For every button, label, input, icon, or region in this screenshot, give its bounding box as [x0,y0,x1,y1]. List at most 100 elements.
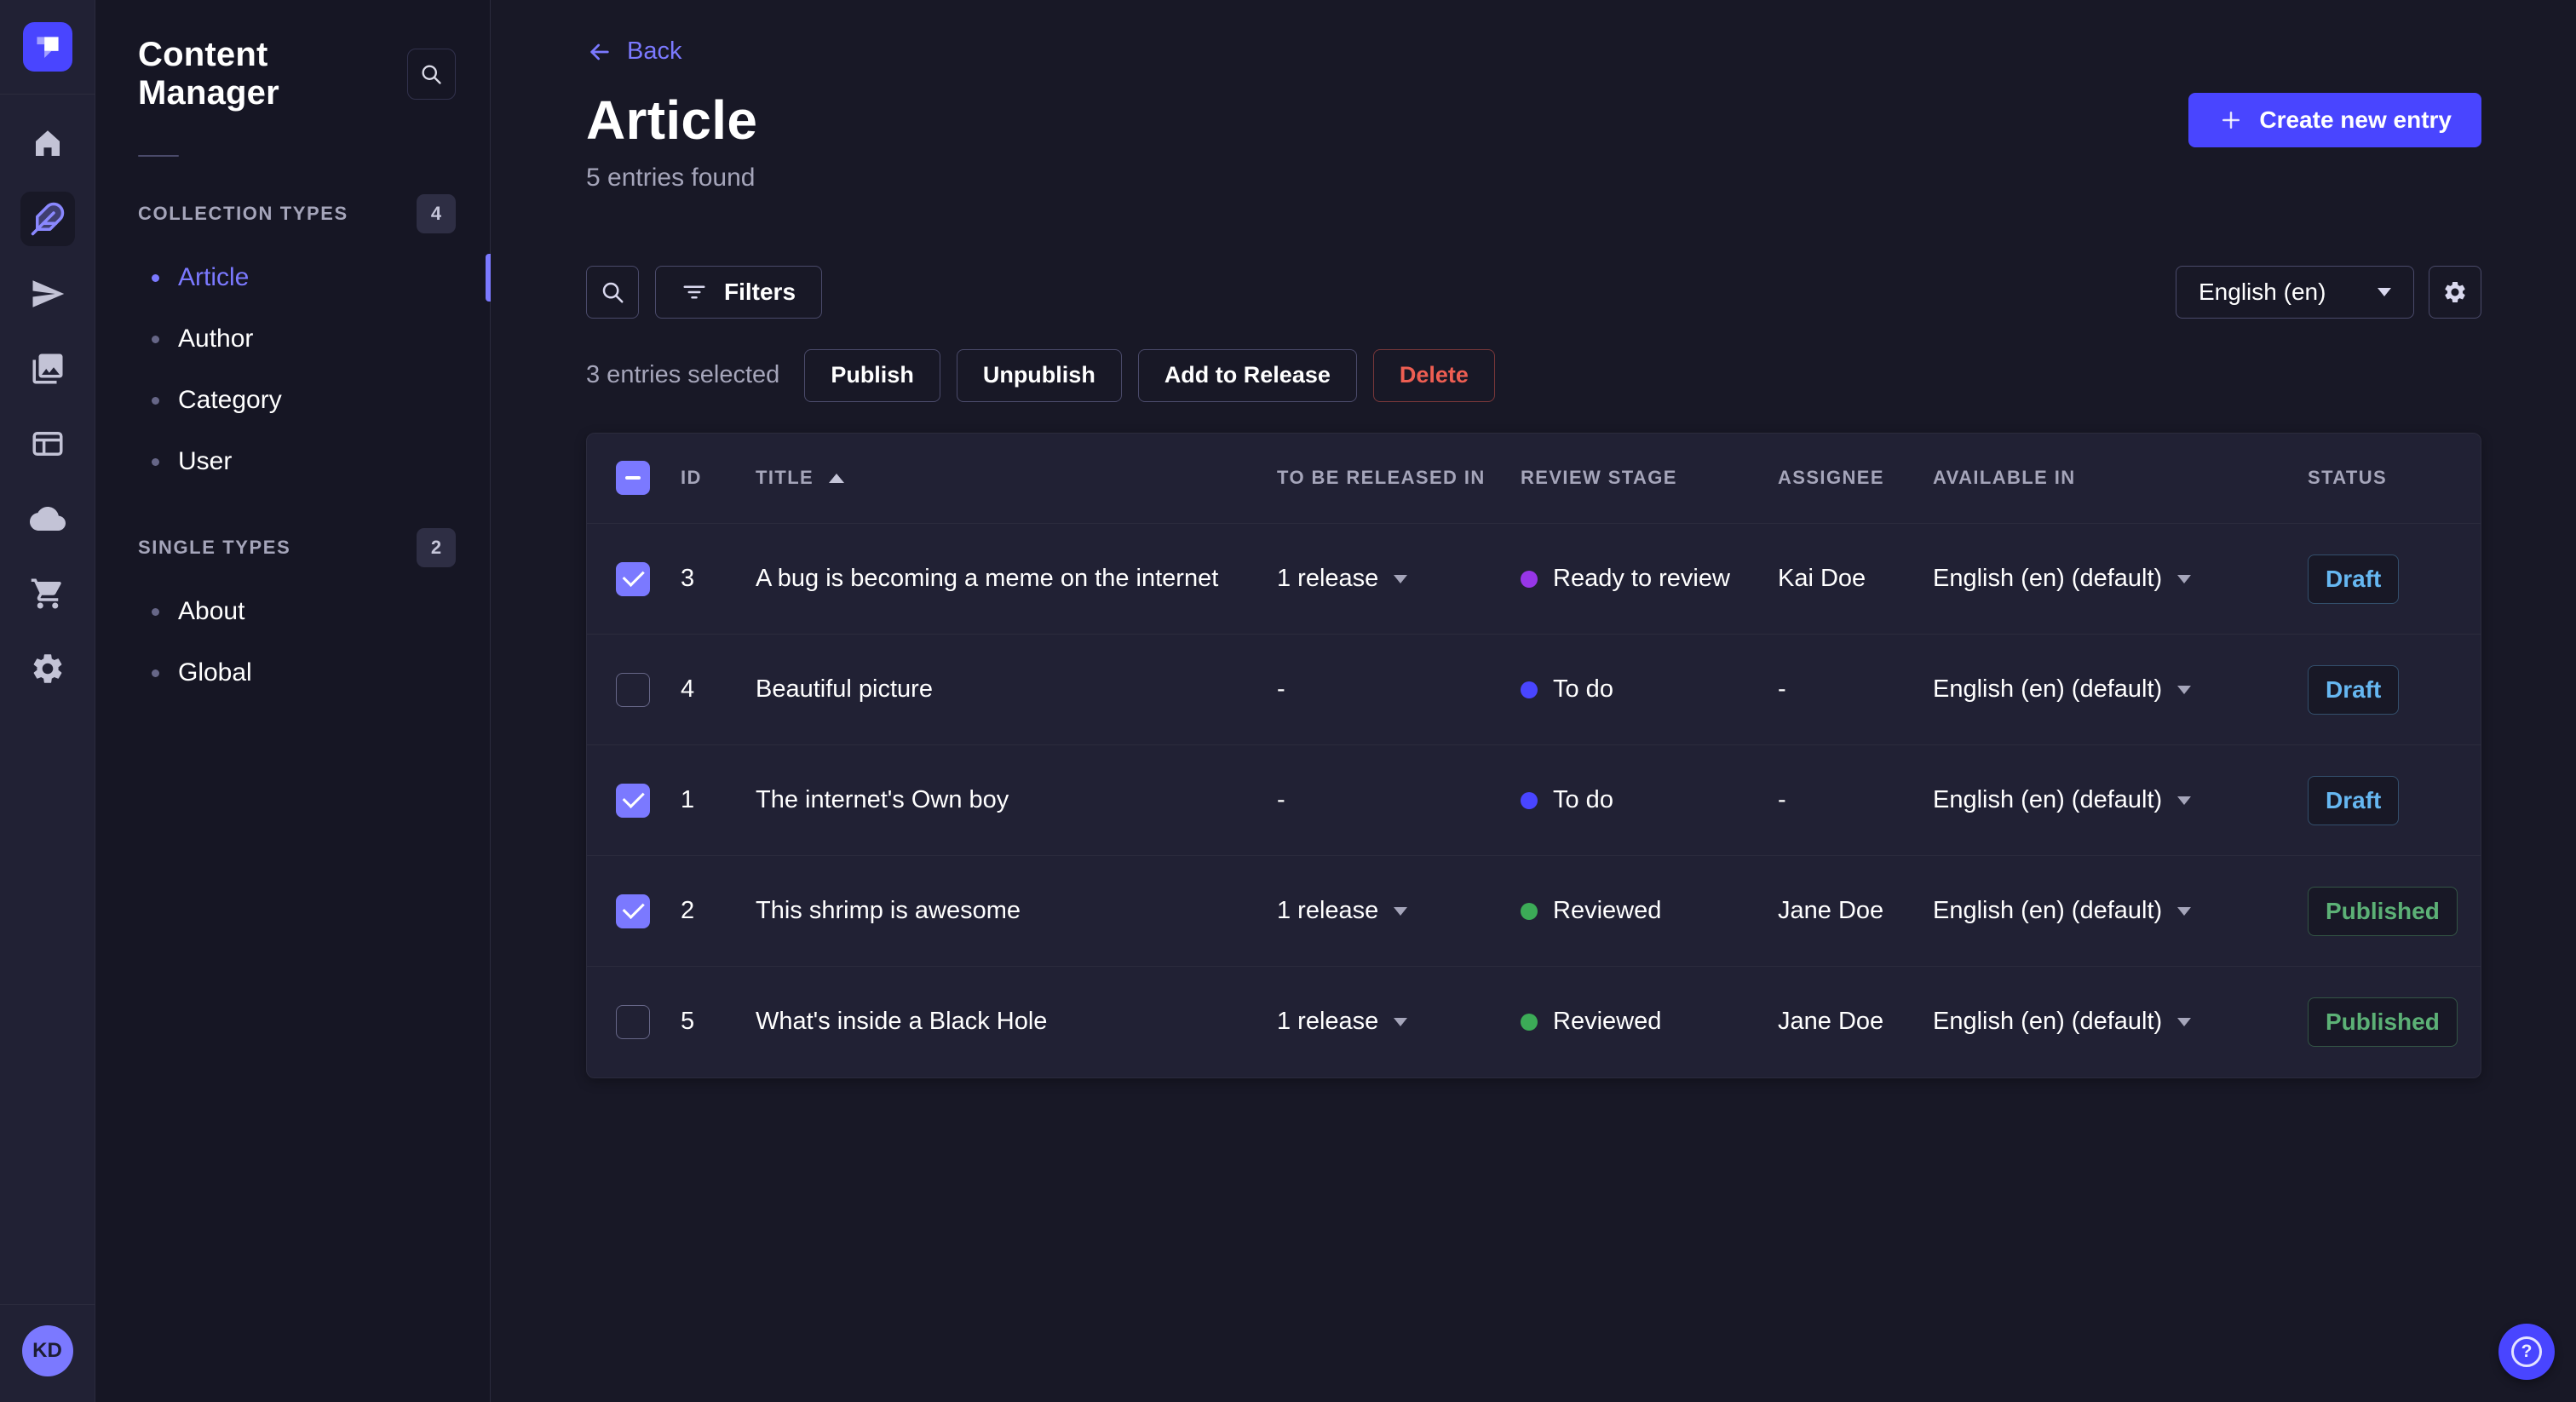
feather-content-icon[interactable] [20,192,75,246]
release-dropdown[interactable]: 1 release [1277,1008,1408,1036]
home-icon[interactable] [20,117,75,171]
caret-down-icon [1394,1017,1408,1026]
page-title: Article [586,89,758,151]
cell-title: What's inside a Black Hole [756,966,1277,1077]
cell-release: - [1277,634,1521,745]
table-row[interactable]: 3 A bug is becoming a meme on the intern… [587,523,2481,635]
subnav: Content Manager COLLECTION TYPES 4 Artic… [95,0,491,1402]
add-to-release-button[interactable]: Add to Release [1137,348,1357,402]
column-id[interactable]: ID [681,434,756,524]
sidebar-item-label: Global [178,658,252,687]
divider [138,155,179,157]
sidebar-item-label: User [178,447,233,475]
row-checkbox[interactable] [616,1004,650,1039]
selection-count-text: 3 entries selected [586,361,780,388]
column-status: STATUS [2308,467,2388,489]
filters-icon [683,285,705,298]
table-row[interactable]: 1 The internet's Own boy - To do - Engli… [587,744,2481,856]
column-title[interactable]: TITLE [756,434,1277,524]
section-head: COLLECTION TYPES 4 [95,194,490,233]
back-row: Back [586,37,2481,70]
locale-value: English (en) (default) [1933,1008,2163,1036]
row-checkbox[interactable] [616,783,650,818]
table-row[interactable]: 5 What's inside a Black Hole 1 release R… [587,966,2481,1077]
row-checkbox[interactable] [616,672,650,707]
sidebar-item-user[interactable]: User [95,431,490,492]
review-stage: To do [1521,786,1778,814]
cloud-icon[interactable] [20,491,75,546]
avatar[interactable]: KD [21,1325,73,1376]
row-checkbox[interactable] [616,893,650,928]
bullet-icon [152,396,159,405]
app-root: KD Content Manager COLLECTION TYPES 4 Ar… [0,0,2576,1402]
stage-label: To do [1553,786,1613,813]
count-badge: 4 [417,194,456,233]
column-review-stage: REVIEW STAGE [1521,467,1677,489]
sidebar-item-category[interactable]: Category [95,370,490,431]
cell-id: 5 [681,966,756,1077]
locale-dropdown[interactable]: English (en) (default) [1933,897,2192,925]
locale-dropdown[interactable]: English (en) (default) [1933,565,2192,593]
paper-plane-icon[interactable] [20,267,75,321]
cart-icon[interactable] [20,566,75,621]
strapi-logo[interactable] [22,22,72,72]
publish-button[interactable]: Publish [804,348,940,402]
locale-value: English (en) (default) [1933,897,2163,924]
locale-select[interactable]: English (en) [2176,265,2414,319]
count-badge: 2 [417,528,456,567]
select-all-checkbox[interactable] [616,461,650,496]
locale-value: English (en) [2199,278,2326,305]
sort-asc-icon [829,473,845,483]
release-dropdown[interactable]: 1 release [1277,565,1408,593]
review-stage: Ready to review [1521,565,1778,593]
status-badge: Draft [2308,554,2400,604]
help-button[interactable]: ? [2498,1324,2555,1380]
section-label: SINGLE TYPES [138,537,291,558]
caret-down-icon [1394,574,1408,583]
release-dropdown[interactable]: 1 release [1277,897,1408,925]
sidebar-item-article[interactable]: Article [95,247,491,308]
stage-dot-icon [1521,1013,1538,1031]
back-link[interactable]: Back [586,37,681,66]
gear-icon[interactable] [20,641,75,696]
table-row[interactable]: 2 This shrimp is awesome 1 release Revie… [587,855,2481,967]
section-label: COLLECTION TYPES [138,203,348,224]
cell-id: 4 [681,634,756,745]
create-new-entry-button[interactable]: Create new entry [2188,92,2481,147]
table-row[interactable]: 4 Beautiful picture - To do - English (e… [587,634,2481,745]
status-badge: Published [2308,997,2458,1047]
locale-dropdown[interactable]: English (en) (default) [1933,786,2192,814]
help-icon: ? [2511,1336,2542,1367]
delete-button[interactable]: Delete [1372,348,1495,402]
main-content: Back Article Create new entry 5 entries … [491,0,2576,1402]
sidebar-item-label: Article [178,263,250,291]
search-icon[interactable] [586,265,639,319]
search-icon[interactable] [406,49,456,100]
strapi-logo-wrap [0,0,95,95]
sidebar-item-about[interactable]: About [95,581,490,642]
caret-down-icon [2177,796,2192,805]
locale-dropdown[interactable]: English (en) (default) [1933,1008,2192,1036]
status-badge: Published [2308,886,2458,936]
locale-value: English (en) (default) [1933,565,2163,592]
cell-title: The internet's Own boy [756,744,1277,856]
locale-dropdown[interactable]: English (en) (default) [1933,675,2192,704]
review-stage: Reviewed [1521,1008,1778,1036]
stage-label: Reviewed [1553,897,1662,924]
cell-assignee: - [1778,634,1933,745]
unpublish-button[interactable]: Unpublish [956,348,1122,402]
sidebar-item-global[interactable]: Global [95,642,490,704]
filters-button[interactable]: Filters [655,265,823,319]
cell-title: This shrimp is awesome [756,855,1277,967]
media-library-icon[interactable] [20,342,75,396]
caret-down-icon [2177,574,2192,583]
sidebar-item-label: Author [178,325,254,353]
row-checkbox[interactable] [616,561,650,596]
content-type-builder-icon[interactable] [20,417,75,471]
cell-title: Beautiful picture [756,634,1277,745]
sidebar-item-author[interactable]: Author [95,308,490,370]
gear-icon[interactable] [2429,265,2481,319]
icon-rail: KD [0,0,95,1402]
subnav-title: Content Manager [138,36,279,112]
release-value: 1 release [1277,565,1379,592]
